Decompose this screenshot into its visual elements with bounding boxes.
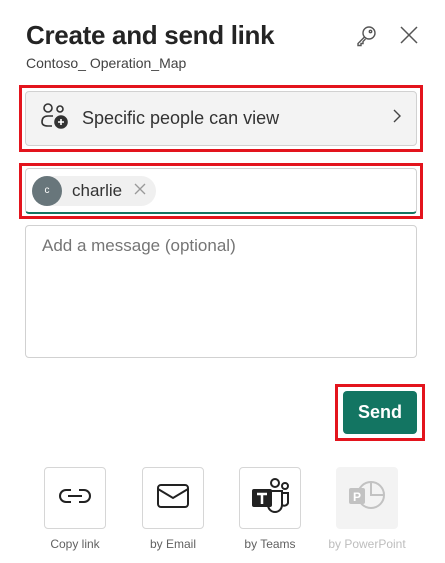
permission-label: Specific people can view [82,108,280,128]
powerpoint-button[interactable]: P [336,467,398,529]
dialog-title: Create and send link [26,20,275,50]
email-label: by Email [149,537,196,551]
key-icon[interactable] [352,22,380,50]
avatar: c [32,175,62,206]
teams-label: by Teams [244,537,296,551]
close-icon[interactable] [396,22,422,48]
email-button[interactable] [142,467,204,529]
permission-settings-button[interactable]: Specific people can view [25,91,417,146]
teams-button[interactable] [239,467,301,529]
item-name: Contoso_ Operation_Map [26,55,187,71]
link-icon [58,488,92,509]
copy-link-label: Copy link [50,537,100,551]
chevron-right-icon [392,108,402,129]
mail-icon [156,483,190,514]
recipient-name: charlie [72,180,123,200]
people-add-icon [40,102,70,135]
svg-text:P: P [353,490,361,504]
message-input[interactable] [25,225,417,358]
recipients-input[interactable]: c charlie [25,168,417,214]
send-button[interactable]: Send [343,391,417,434]
teams-icon [250,477,290,520]
powerpoint-label: by PowerPoint [328,537,406,551]
copy-link-button[interactable] [44,467,106,529]
powerpoint-icon: P [347,479,387,518]
recipient-chip: c charlie [32,175,157,206]
remove-recipient-icon[interactable] [134,182,146,200]
